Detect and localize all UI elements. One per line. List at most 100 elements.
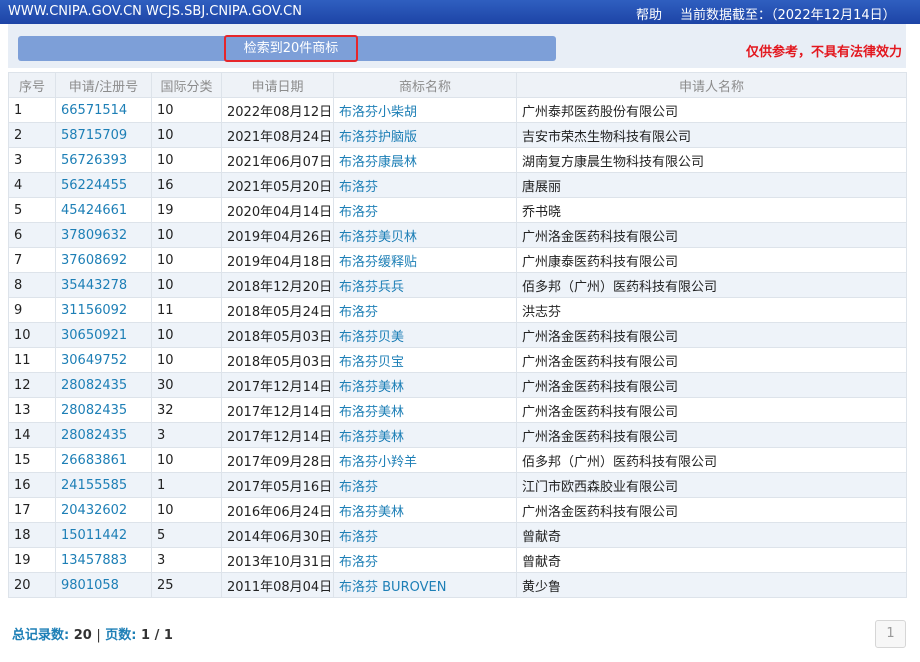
table-row: 3 56726393 10 2021年06月07日 布洛芬康晨林 湖南复方康晨生物科技有限… [8, 147, 907, 173]
registration-number-link[interactable]: 9801058 [55, 572, 152, 598]
column-header-applicant[interactable]: 申请人名称 [516, 72, 907, 98]
applicant-name: 唐展丽 [516, 172, 907, 198]
trademark-name-link[interactable]: 布洛芬 [333, 547, 517, 573]
row-index: 4 [8, 172, 56, 198]
trademark-name-link[interactable]: 布洛芬美林 [333, 497, 517, 523]
registration-number-link[interactable]: 31156092 [55, 297, 152, 323]
table-row: 8 35443278 10 2018年12月20日 布洛芬兵兵 佰多邦（广州）医药科技有限… [8, 272, 907, 298]
registration-number-link[interactable]: 15011442 [55, 522, 152, 548]
applicant-name: 江门市欧西森胶业有限公司 [516, 472, 907, 498]
international-class: 3 [151, 422, 222, 448]
row-index: 13 [8, 397, 56, 423]
registration-number-link[interactable]: 28082435 [55, 397, 152, 423]
registration-number-link[interactable]: 13457883 [55, 547, 152, 573]
applicant-name: 广州洛金医药科技有限公司 [516, 222, 907, 248]
registration-number-link[interactable]: 30649752 [55, 347, 152, 373]
row-index: 16 [8, 472, 56, 498]
international-class: 10 [151, 147, 222, 173]
trademark-name-link[interactable]: 布洛芬 [333, 172, 517, 198]
trademark-name-link[interactable]: 布洛芬兵兵 [333, 272, 517, 298]
trademark-name-link[interactable]: 布洛芬贝宝 [333, 347, 517, 373]
column-header-mark-name[interactable]: 商标名称 [333, 72, 517, 98]
registration-number-link[interactable]: 66571514 [55, 97, 152, 123]
result-count-button[interactable]: 检索到20件商标 [224, 35, 358, 62]
registration-number-link[interactable]: 37608692 [55, 247, 152, 273]
trademark-name-link[interactable]: 布洛芬缓释贴 [333, 247, 517, 273]
applicant-name: 湖南复方康晨生物科技有限公司 [516, 147, 907, 173]
applicant-name: 广州洛金医药科技有限公司 [516, 497, 907, 523]
trademark-name-link[interactable]: 布洛芬小羚羊 [333, 447, 517, 473]
trademark-name-link[interactable]: 布洛芬护脑版 [333, 122, 517, 148]
help-link[interactable]: 帮助 [636, 4, 662, 23]
trademark-name-link[interactable]: 布洛芬贝美 [333, 322, 517, 348]
page-1-button[interactable]: 1 [875, 620, 906, 648]
trademark-name-link[interactable]: 布洛芬 [333, 297, 517, 323]
registration-number-link[interactable]: 58715709 [55, 122, 152, 148]
row-index: 17 [8, 497, 56, 523]
international-class: 30 [151, 372, 222, 398]
trademark-name-link[interactable]: 布洛芬美林 [333, 422, 517, 448]
application-date: 2016年06月24日 [221, 497, 334, 523]
site-domains: WWW.CNIPA.GOV.CN WCJS.SBJ.CNIPA.GOV.CN [8, 4, 302, 19]
table-row: 14 28082435 3 2017年12月14日 布洛芬美林 广州洛金医药科技有限公司 [8, 422, 907, 448]
registration-number-link[interactable]: 56224455 [55, 172, 152, 198]
registration-number-link[interactable]: 35443278 [55, 272, 152, 298]
registration-number-link[interactable]: 45424661 [55, 197, 152, 223]
table-row: 1 66571514 10 2022年08月12日 布洛芬小柴胡 广州泰邦医药股份有限公司 [8, 97, 907, 123]
applicant-name: 广州洛金医药科技有限公司 [516, 397, 907, 423]
total-records-label: 总记录数: [12, 628, 70, 643]
registration-number-link[interactable]: 30650921 [55, 322, 152, 348]
row-index: 6 [8, 222, 56, 248]
applicant-name: 广州洛金医药科技有限公司 [516, 372, 907, 398]
column-header-date[interactable]: 申请日期 [221, 72, 334, 98]
table-row: 11 30649752 10 2018年05月03日 布洛芬贝宝 广州洛金医药科技有限公司 [8, 347, 907, 373]
column-header-index[interactable]: 序号 [8, 72, 56, 98]
trademark-name-link[interactable]: 布洛芬美林 [333, 397, 517, 423]
international-class: 10 [151, 97, 222, 123]
registration-number-link[interactable]: 26683861 [55, 447, 152, 473]
row-index: 5 [8, 197, 56, 223]
row-index: 12 [8, 372, 56, 398]
row-index: 1 [8, 97, 56, 123]
row-index: 8 [8, 272, 56, 298]
international-class: 25 [151, 572, 222, 598]
footer-separator: | [96, 628, 101, 643]
applicant-name: 洪志芬 [516, 297, 907, 323]
table-row: 17 20432602 10 2016年06月24日 布洛芬美林 广州洛金医药科技有限公司 [8, 497, 907, 523]
registration-number-link[interactable]: 20432602 [55, 497, 152, 523]
table-row: 4 56224455 16 2021年05月20日 布洛芬 唐展丽 [8, 172, 907, 198]
table-row: 6 37809632 10 2019年04月26日 布洛芬美贝林 广州洛金医药科技有限公司 [8, 222, 907, 248]
trademark-name-link[interactable]: 布洛芬 BUROVEN [333, 572, 517, 598]
trademark-name-link[interactable]: 布洛芬美贝林 [333, 222, 517, 248]
trademark-name-link[interactable]: 布洛芬 [333, 197, 517, 223]
column-header-class[interactable]: 国际分类 [151, 72, 222, 98]
column-header-reg-no[interactable]: 申请/注册号 [55, 72, 152, 98]
registration-number-link[interactable]: 56726393 [55, 147, 152, 173]
international-class: 11 [151, 297, 222, 323]
legal-disclaimer: 仅供参考，不具有法律效力 [746, 45, 903, 60]
application-date: 2017年12月14日 [221, 372, 334, 398]
registration-number-link[interactable]: 28082435 [55, 422, 152, 448]
trademark-name-link[interactable]: 布洛芬小柴胡 [333, 97, 517, 123]
trademark-name-link[interactable]: 布洛芬美林 [333, 372, 517, 398]
table-row: 19 13457883 3 2013年10月31日 布洛芬 曾献奇 [8, 547, 907, 573]
registration-number-link[interactable]: 28082435 [55, 372, 152, 398]
table-row: 7 37608692 10 2019年04月18日 布洛芬缓释贴 广州康泰医药科技有限公司 [8, 247, 907, 273]
application-date: 2018年05月03日 [221, 347, 334, 373]
registration-number-link[interactable]: 24155585 [55, 472, 152, 498]
applicant-name: 广州洛金医药科技有限公司 [516, 347, 907, 373]
application-date: 2013年10月31日 [221, 547, 334, 573]
trademark-name-link[interactable]: 布洛芬康晨林 [333, 147, 517, 173]
top-banner: WWW.CNIPA.GOV.CN WCJS.SBJ.CNIPA.GOV.CN 帮… [0, 0, 920, 24]
table-row: 13 28082435 32 2017年12月14日 布洛芬美林 广州洛金医药科技有限公司 [8, 397, 907, 423]
registration-number-link[interactable]: 37809632 [55, 222, 152, 248]
pages-label: 页数: [105, 628, 137, 643]
table-row: 12 28082435 30 2017年12月14日 布洛芬美林 广州洛金医药科技有限公司 [8, 372, 907, 398]
applicant-name: 黄少鲁 [516, 572, 907, 598]
application-date: 2019年04月26日 [221, 222, 334, 248]
trademark-name-link[interactable]: 布洛芬 [333, 472, 517, 498]
row-index: 11 [8, 347, 56, 373]
table-row: 2 58715709 10 2021年08月24日 布洛芬护脑版 吉安市荣杰生物科技有限公… [8, 122, 907, 148]
international-class: 10 [151, 222, 222, 248]
trademark-name-link[interactable]: 布洛芬 [333, 522, 517, 548]
